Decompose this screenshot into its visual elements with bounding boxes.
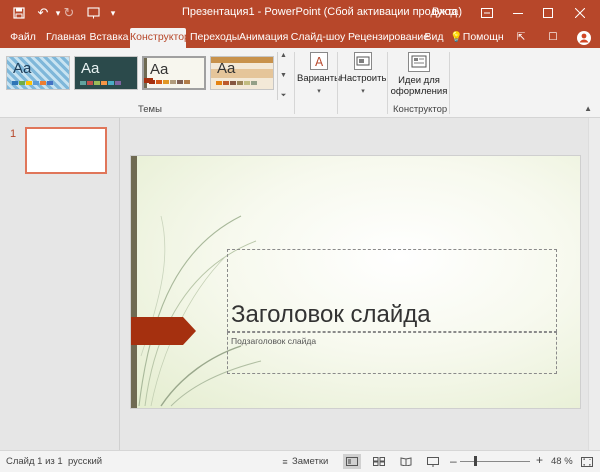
zoom-slider-thumb[interactable]	[473, 456, 477, 466]
subtitle-placeholder-text: Подзаголовок слайда	[231, 336, 317, 346]
sign-in-link[interactable]: Вход	[432, 6, 457, 18]
zoom-slider-track[interactable]	[460, 461, 530, 462]
slide-counter[interactable]: Слайд 1 из 1	[6, 456, 63, 467]
start-slideshow-icon[interactable]	[82, 3, 104, 23]
variants-icon: A	[310, 52, 328, 70]
zoom-out-button[interactable]: –	[450, 454, 457, 468]
customize-label: Настроить	[340, 73, 387, 84]
slide-sorter-icon[interactable]	[370, 454, 388, 469]
reading-view-icon[interactable]	[397, 454, 415, 469]
ribbon-display-options-icon[interactable]	[472, 0, 502, 26]
tab-animations[interactable]: Анимация	[239, 28, 288, 48]
ribbon-tabs: Файл Главная Вставка Конструктор Переход…	[0, 26, 600, 48]
slide-number: 1	[10, 128, 17, 140]
status-bar: Слайд 1 из 1 русский ≡ Заметки – + 48 %	[0, 450, 600, 472]
theme-glyph: Aa	[81, 60, 100, 77]
svg-text:A: A	[315, 55, 324, 69]
theme-swatches	[12, 81, 53, 85]
lightbulb-icon: 💡	[450, 32, 463, 43]
designer-group-label: Конструктор	[393, 104, 448, 115]
slide-accent-bar	[131, 156, 137, 408]
normal-view-icon[interactable]	[343, 454, 361, 469]
variants-button[interactable]: A Варианты ▾	[297, 52, 341, 97]
slide-thumbnail[interactable]	[25, 127, 107, 174]
fit-slide-icon[interactable]	[578, 454, 596, 469]
tell-me-box[interactable]: 💡Помощн	[448, 28, 506, 48]
theme-thumbnail-selected[interactable]: Aa	[142, 56, 206, 90]
group-divider	[387, 52, 388, 114]
design-ideas-label-line2: оформления	[390, 86, 448, 97]
title-bar: ↶ ▾ ↻ ▾ Презентация1 - PowerPoint (Сбой …	[0, 0, 600, 26]
vertical-scrollbar[interactable]	[588, 118, 600, 450]
language-indicator[interactable]: русский	[68, 456, 102, 467]
tab-view[interactable]: Вид	[423, 28, 445, 48]
share-icon[interactable]: ⇱	[512, 28, 530, 48]
theme-swatches	[149, 80, 190, 84]
ribbon-design: Aa Aa Aa Aa ▲ ▼ ⏷ Темы A Варианты ▾ Наст…	[0, 48, 600, 118]
close-icon[interactable]	[565, 0, 595, 26]
slide-canvas[interactable]: Заголовок слайда Подзаголовок слайда	[130, 155, 581, 409]
design-ideas-button[interactable]: Идеи для оформления	[390, 52, 448, 97]
slideshow-view-icon[interactable]	[424, 454, 442, 469]
tab-transitions[interactable]: Переходы	[190, 28, 239, 48]
collapse-ribbon-icon[interactable]: ▲	[584, 104, 592, 113]
group-divider	[337, 52, 338, 114]
tab-insert[interactable]: Вставка	[89, 28, 129, 48]
group-divider	[449, 52, 450, 114]
design-ideas-label-line1: Идеи для	[398, 75, 440, 86]
theme-thumbnail[interactable]: Aa	[6, 56, 70, 90]
theme-glyph: Aa	[13, 60, 32, 77]
subtitle-placeholder[interactable]: Подзаголовок слайда	[227, 332, 557, 374]
save-icon[interactable]	[8, 3, 30, 23]
gallery-up-icon[interactable]: ▲	[280, 52, 287, 59]
theme-thumbnail[interactable]: Aa	[74, 56, 138, 90]
tell-me-label: Помощн	[462, 31, 504, 43]
tab-home[interactable]: Главная	[44, 28, 88, 48]
tab-file[interactable]: Файл	[6, 28, 40, 48]
chevron-down-icon: ▾	[361, 88, 365, 95]
theme-swatches	[80, 81, 121, 85]
theme-thumbnail[interactable]: Aa	[210, 56, 274, 90]
zoom-level[interactable]: 48 %	[551, 456, 573, 467]
theme-gallery-scroll[interactable]: ▲ ▼ ⏷	[277, 52, 289, 100]
tab-slideshow[interactable]: Слайд-шоу	[290, 28, 346, 48]
customize-button[interactable]: Настроить ▾	[340, 52, 386, 97]
slide-editing-area: Заголовок слайда Подзаголовок слайда	[121, 118, 600, 450]
notes-button[interactable]: Заметки	[292, 456, 328, 467]
group-divider	[294, 52, 295, 114]
gallery-down-icon[interactable]: ▼	[280, 72, 287, 79]
variants-label: Варианты	[297, 73, 341, 84]
tab-review[interactable]: Рецензирование	[348, 28, 429, 48]
account-icon[interactable]	[574, 28, 594, 48]
maximize-icon[interactable]	[533, 0, 563, 26]
theme-glyph: Aa	[217, 60, 236, 77]
customize-quick-access-icon[interactable]: ▾	[102, 3, 124, 23]
theme-swatches	[216, 81, 257, 85]
gallery-more-icon[interactable]: ⏷	[281, 92, 287, 100]
comments-icon[interactable]: ☐	[544, 28, 562, 48]
title-placeholder[interactable]: Заголовок слайда	[227, 249, 557, 332]
slide-thumbnail-pane: 1	[0, 118, 120, 450]
tab-design[interactable]: Конструктор	[130, 28, 190, 48]
redo-icon[interactable]: ↻	[58, 3, 80, 23]
design-ideas-icon	[408, 52, 430, 72]
slide-size-icon	[354, 52, 372, 70]
minimize-icon[interactable]	[503, 0, 533, 26]
chevron-down-icon: ▾	[317, 88, 321, 95]
slide-arrow-shape	[131, 317, 196, 345]
themes-group-label: Темы	[138, 104, 162, 115]
window-title: Презентация1 - PowerPoint (Сбой активаци…	[182, 6, 463, 18]
zoom-in-button[interactable]: +	[536, 453, 543, 467]
title-placeholder-text: Заголовок слайда	[231, 301, 431, 328]
theme-glyph: Aa	[150, 61, 169, 78]
